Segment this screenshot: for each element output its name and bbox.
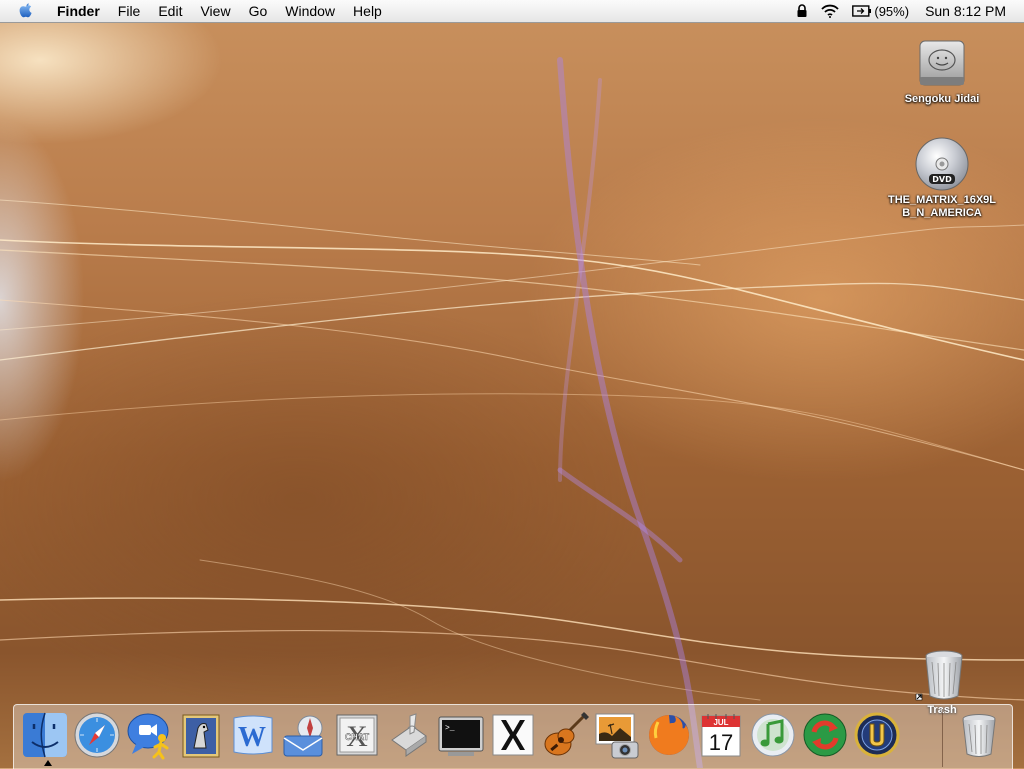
menu-help[interactable]: Help <box>344 0 391 22</box>
apple-menu-icon[interactable] <box>16 1 36 21</box>
lock-icon[interactable] <box>796 4 808 18</box>
firefox-icon[interactable] <box>644 710 694 760</box>
dock: W X CHAT >_ JUL 17 <box>13 704 1013 769</box>
menu-go[interactable]: Go <box>240 0 277 22</box>
svg-text:CHAT: CHAT <box>345 732 370 742</box>
mail-eagle-icon[interactable] <box>176 710 226 760</box>
word-icon[interactable]: W <box>228 710 278 760</box>
desktop-icon-label: THE_MATRIX_16X9LB_N_AMERICA <box>888 194 996 219</box>
menu-window[interactable]: Window <box>276 0 344 22</box>
desktop-wallpaper <box>0 57 1024 768</box>
svg-text:JUL: JUL <box>713 718 728 727</box>
svg-text:W: W <box>238 722 266 753</box>
menu-bar: Finder File Edit View Go Window Help (95… <box>0 0 1024 23</box>
svg-text:17: 17 <box>709 730 733 755</box>
unreal-icon[interactable] <box>852 710 902 760</box>
iphoto-icon[interactable] <box>592 710 642 760</box>
desktop-icon-sengoku-jidai[interactable]: Sengoku Jidai <box>882 33 1002 106</box>
trash-alias-icon <box>915 650 963 701</box>
terminal-icon[interactable]: >_ <box>436 710 486 760</box>
ichat-icon[interactable] <box>124 710 174 760</box>
menu-view[interactable]: View <box>191 0 239 22</box>
menu-app-finder[interactable]: Finder <box>48 0 109 22</box>
menu-file[interactable]: File <box>109 0 150 22</box>
mail-icon[interactable] <box>280 710 330 760</box>
svg-text:>_: >_ <box>445 724 455 733</box>
finder-running-indicator <box>44 760 52 766</box>
safari-compass-icon[interactable] <box>72 710 122 760</box>
chat-icon[interactable]: X CHAT <box>332 710 382 760</box>
itunes-icon[interactable] <box>748 710 798 760</box>
wifi-icon[interactable] <box>820 4 840 18</box>
x11-icon[interactable] <box>488 710 538 760</box>
ical-icon[interactable]: JUL 17 <box>696 710 746 760</box>
script-editor-icon[interactable] <box>384 710 434 760</box>
sync-icon[interactable] <box>800 710 850 760</box>
guitar-icon[interactable] <box>540 710 590 760</box>
svg-text:DVD: DVD <box>932 175 952 184</box>
menu-clock[interactable]: Sun 8:12 PM <box>925 3 1006 19</box>
trash-icon[interactable] <box>954 710 1004 760</box>
menu-extras: (95%) Sun 8:12 PM <box>790 0 1024 22</box>
battery-percent[interactable]: (95%) <box>874 4 909 19</box>
desktop-icon-dvd[interactable]: DVD THE_MATRIX_16X9LB_N_AMERICA <box>882 134 1002 220</box>
dock-separator <box>942 709 943 767</box>
battery-icon[interactable] <box>852 5 872 17</box>
desktop-icon-label: Sengoku Jidai <box>904 93 980 105</box>
dvd-disc-icon: DVD <box>915 137 969 191</box>
finder-icon[interactable] <box>20 710 70 760</box>
hard-drive-icon <box>919 40 965 86</box>
menu-edit[interactable]: Edit <box>149 0 191 22</box>
